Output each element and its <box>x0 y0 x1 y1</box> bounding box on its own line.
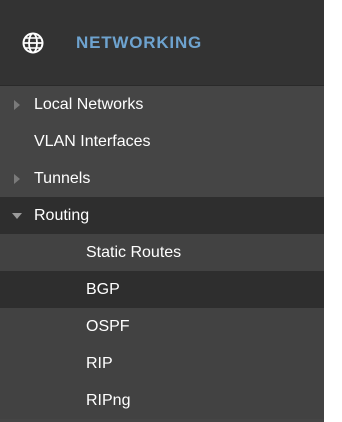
subnav-item-label: BGP <box>86 280 120 298</box>
chevron-right-icon <box>0 99 34 110</box>
nav-item-label: Tunnels <box>34 169 91 187</box>
subnav-item-ripng[interactable]: RIPng <box>0 382 324 419</box>
networking-sidebar: NETWORKING Local Networks VLAN Interface… <box>0 0 324 422</box>
nav-item-routing[interactable]: Routing <box>0 197 324 234</box>
subnav-item-label: RIP <box>86 354 113 372</box>
nav-item-vlan-interfaces[interactable]: VLAN Interfaces <box>0 123 324 160</box>
nav-item-label: Local Networks <box>34 95 144 113</box>
globe-icon <box>22 32 44 54</box>
subnav-item-label: Static Routes <box>86 243 182 261</box>
subnav-item-rip[interactable]: RIP <box>0 345 324 382</box>
chevron-right-icon <box>0 173 34 184</box>
subnav-item-bgp[interactable]: BGP <box>0 271 324 308</box>
section-header[interactable]: NETWORKING <box>0 0 324 86</box>
nav-menu: Local Networks VLAN Interfaces Tunnels R… <box>0 86 324 419</box>
nav-item-local-networks[interactable]: Local Networks <box>0 86 324 123</box>
subnav-item-label: OSPF <box>86 317 130 335</box>
subnav-item-label: RIPng <box>86 391 131 409</box>
subnav-item-ospf[interactable]: OSPF <box>0 308 324 345</box>
subnav-item-static-routes[interactable]: Static Routes <box>0 234 324 271</box>
nav-item-label: VLAN Interfaces <box>34 132 151 150</box>
nav-item-tunnels[interactable]: Tunnels <box>0 160 324 197</box>
section-title: NETWORKING <box>76 32 203 52</box>
nav-item-label: Routing <box>34 206 90 224</box>
chevron-down-icon <box>0 212 34 220</box>
